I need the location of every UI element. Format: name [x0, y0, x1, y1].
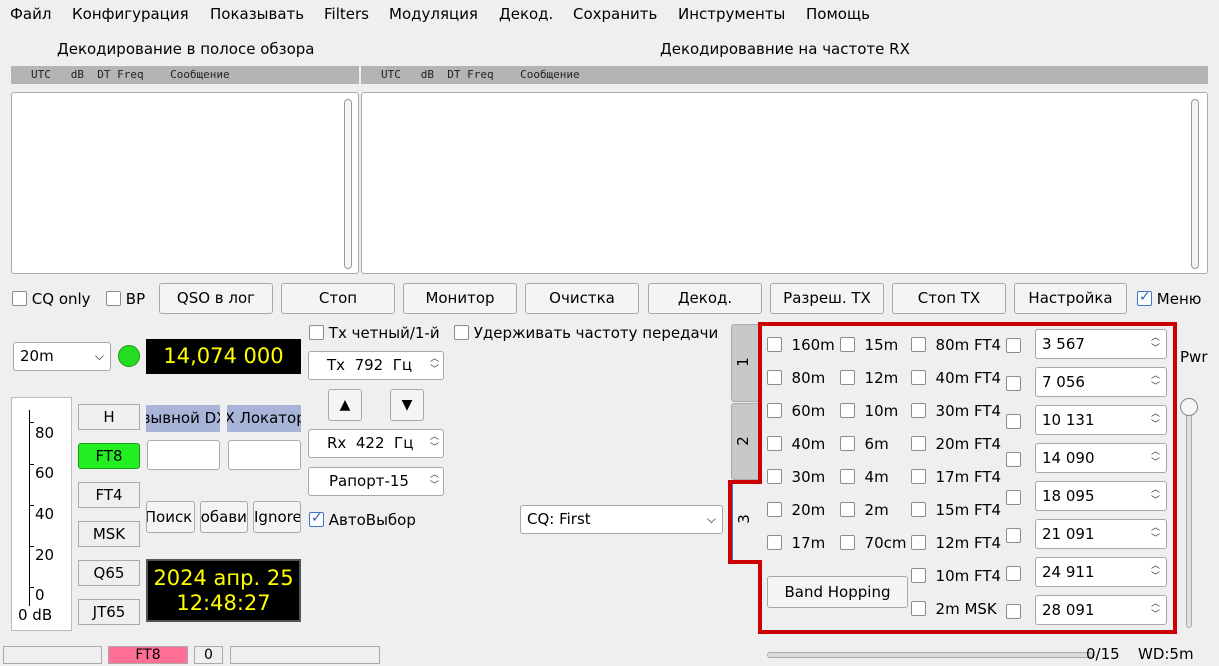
band-checkbox-2m[interactable]: 2m	[840, 501, 889, 519]
spin-arrows-icon[interactable]: ︿ ﹀	[1151, 371, 1160, 393]
spin-arrows-icon[interactable]: ︿ ﹀	[1151, 599, 1160, 621]
band-checkbox-15m[interactable]: 15m	[840, 336, 898, 354]
band-checkbox-160m[interactable]: 160m	[767, 336, 835, 354]
freq-checkbox[interactable]	[1006, 603, 1021, 621]
status-count: 0	[194, 646, 223, 664]
band-checkbox-40m-ft4[interactable]: 40m FT4	[911, 369, 1001, 387]
tx-progress-bar	[767, 652, 1093, 658]
band-checkbox-20m-ft4[interactable]: 20m FT4	[911, 435, 1001, 453]
status-cell-blank	[3, 646, 102, 664]
freq-spinbox[interactable]: 28 091 ︿ ﹀	[1035, 595, 1167, 625]
band-checkbox-17m[interactable]: 17m	[767, 534, 825, 552]
freq-checkbox[interactable]	[1006, 451, 1021, 469]
spin-arrows-icon[interactable]: ︿ ﹀	[1151, 409, 1160, 431]
band-checkbox-40m[interactable]: 40m	[767, 435, 825, 453]
band-checkbox-20m[interactable]: 20m	[767, 501, 825, 519]
status-progress: 0/15	[1086, 645, 1120, 663]
freq-spinbox[interactable]: 18 095 ︿ ﹀	[1035, 481, 1167, 511]
status-mode: FT8	[108, 646, 188, 664]
band-checkbox-10m-ft4[interactable]: 10m FT4	[911, 567, 1001, 585]
freq-spinbox[interactable]: 10 131 ︿ ﹀	[1035, 405, 1167, 435]
freq-spinbox[interactable]: 7 056 ︿ ﹀	[1035, 367, 1167, 397]
spin-arrows-icon[interactable]: ︿ ﹀	[1151, 523, 1160, 545]
band-checkbox-12m-ft4[interactable]: 12m FT4	[911, 534, 1001, 552]
band-checkbox-12m[interactable]: 12m	[840, 369, 898, 387]
status-watchdog: WD:5m	[1138, 645, 1194, 663]
freq-spinbox[interactable]: 3 567 ︿ ﹀	[1035, 329, 1167, 359]
band-checkbox-10m[interactable]: 10m	[840, 402, 898, 420]
band-checkbox-15m-ft4[interactable]: 15m FT4	[911, 501, 1001, 519]
freq-checkbox[interactable]	[1006, 527, 1021, 545]
spin-arrows-icon[interactable]: ︿ ﹀	[1151, 561, 1160, 583]
freq-spinbox[interactable]: 24 911 ︿ ﹀	[1035, 557, 1167, 587]
band-checkbox-30m[interactable]: 30m	[767, 468, 825, 486]
band-checkbox-70cm[interactable]: 70cm	[840, 534, 907, 552]
freq-checkbox[interactable]	[1006, 375, 1021, 393]
freq-spinbox[interactable]: 14 090 ︿ ﹀	[1035, 443, 1167, 473]
freq-spinbox[interactable]: 21 091 ︿ ﹀	[1035, 519, 1167, 549]
band-checkbox-17m-ft4[interactable]: 17m FT4	[911, 468, 1001, 486]
band-checkbox-80m-ft4[interactable]: 80m FT4	[911, 336, 1001, 354]
status-cell-blank	[230, 646, 380, 664]
freq-checkbox[interactable]	[1006, 413, 1021, 431]
band-checkbox-80m[interactable]: 80m	[767, 369, 825, 387]
band-checkbox-2m-msk[interactable]: 2m MSK	[911, 600, 997, 618]
band-checkbox-6m[interactable]: 6m	[840, 435, 889, 453]
pwr-slider-track[interactable]	[1186, 400, 1192, 628]
band-checkbox-4m[interactable]: 4m	[840, 468, 889, 486]
freq-checkbox[interactable]	[1006, 565, 1021, 583]
band-hopping-button[interactable]: Band Hopping	[767, 576, 908, 608]
band-checkbox-60m[interactable]: 60m	[767, 402, 825, 420]
pwr-slider-handle[interactable]	[1180, 398, 1198, 416]
pwr-label: Pwr	[1180, 348, 1208, 366]
spin-arrows-icon[interactable]: ︿ ﹀	[1151, 485, 1160, 507]
freq-checkbox[interactable]	[1006, 489, 1021, 507]
band-checkbox-30m-ft4[interactable]: 30m FT4	[911, 402, 1001, 420]
spin-arrows-icon[interactable]: ︿ ﹀	[1151, 447, 1160, 469]
freq-checkbox[interactable]	[1006, 337, 1021, 355]
spin-arrows-icon[interactable]: ︿ ﹀	[1151, 333, 1160, 355]
